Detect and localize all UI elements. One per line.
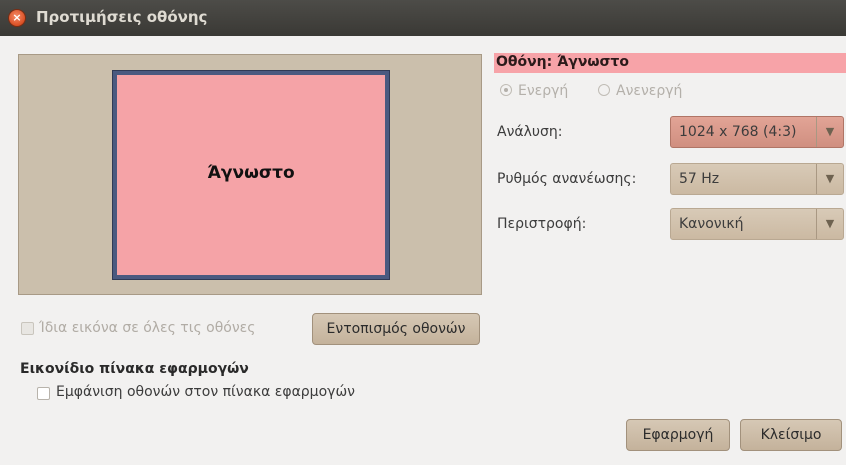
- apply-button[interactable]: Εφαρμογή: [626, 419, 730, 451]
- monitor-preview-label: Άγνωστο: [207, 163, 295, 183]
- mirror-label: Ίδια εικόνα σε όλες τις οθόνες: [39, 320, 256, 336]
- window-title: Προτιμήσεις οθόνης: [36, 8, 208, 26]
- rotation-label: Περιστροφή:: [497, 216, 587, 232]
- title-bar: × Προτιμήσεις οθόνης: [0, 0, 846, 36]
- resolution-label: Ανάλυση:: [497, 124, 563, 140]
- monitor-preview[interactable]: Άγνωστο: [113, 71, 389, 279]
- monitor-name-bar: Οθόνη: Άγνωστο: [494, 53, 846, 73]
- show-in-panel-label: Εμφάνιση οθονών στον πίνακα εφαρμογών: [56, 384, 355, 400]
- refresh-label: Ρυθμός ανανέωσης:: [497, 171, 637, 187]
- refresh-select[interactable]: 57 Hz ▼: [670, 163, 844, 195]
- radio-off-label: Ανενεργή: [616, 83, 683, 99]
- close-button[interactable]: Κλείσιμο: [740, 419, 842, 451]
- monitor-preview-area[interactable]: Άγνωστο: [18, 54, 482, 295]
- mirror-checkbox[interactable]: [21, 322, 34, 335]
- radio-on[interactable]: Ενεργή: [500, 83, 568, 99]
- radio-off-indicator: [598, 84, 610, 96]
- resolution-value: 1024 x 768 (4:3): [679, 124, 797, 140]
- detect-displays-button[interactable]: Εντοπισμός οθονών: [312, 313, 480, 345]
- chevron-down-icon: ▼: [816, 164, 843, 194]
- show-in-panel-checkbox[interactable]: [37, 387, 50, 400]
- radio-on-label: Ενεργή: [518, 83, 569, 99]
- monitor-name: Οθόνη: Άγνωστο: [496, 54, 629, 70]
- panel-icon-heading: Εικονίδιο πίνακα εφαρμογών: [20, 361, 249, 377]
- resolution-select[interactable]: 1024 x 768 (4:3) ▼: [670, 116, 844, 148]
- rotation-value: Κανονική: [679, 216, 744, 232]
- radio-off[interactable]: Ανενεργή: [598, 83, 682, 99]
- radio-on-indicator: [500, 84, 512, 96]
- close-icon[interactable]: ×: [9, 10, 25, 26]
- chevron-down-icon: ▼: [816, 209, 843, 239]
- chevron-down-icon: ▼: [816, 117, 843, 147]
- refresh-value: 57 Hz: [679, 171, 720, 187]
- rotation-select[interactable]: Κανονική ▼: [670, 208, 844, 240]
